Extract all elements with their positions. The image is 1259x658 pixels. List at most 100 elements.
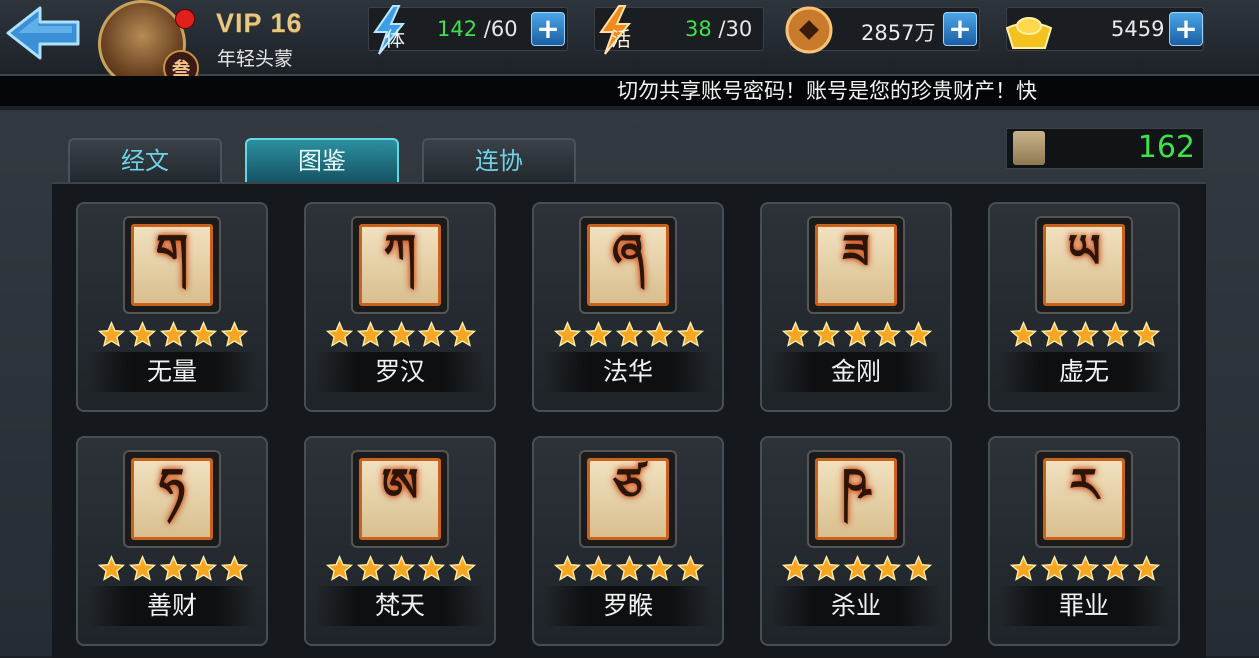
activity-value: 38 /30 <box>685 17 752 41</box>
sanskrit-seal-icon: ཧ <box>131 458 213 540</box>
star-icon <box>418 321 446 347</box>
star-icon <box>1010 321 1037 347</box>
card-name-plate: 虚无 <box>1000 352 1168 392</box>
seal-glyph: ཞ <box>611 224 645 278</box>
star-icon <box>356 555 384 581</box>
star-icon <box>646 555 674 581</box>
card-name: 罗睺 <box>602 591 653 620</box>
star-icon <box>554 321 581 347</box>
activity-max: /30 <box>718 17 753 41</box>
codex-card[interactable]: ཡ 虚无 <box>988 202 1180 412</box>
announcement-ticker: 切勿共享账号密码！账号是您的珍贵财产！快 <box>0 76 1259 106</box>
codex-card[interactable]: ཀ 罗汉 <box>304 202 496 412</box>
card-name-plate: 法华 <box>544 352 712 392</box>
card-name: 罗汉 <box>374 357 425 386</box>
collection-count-box: 162 <box>1006 128 1204 169</box>
star-rating <box>326 321 476 349</box>
tab-synergy[interactable]: 连协 <box>422 138 576 182</box>
back-button[interactable] <box>4 2 82 64</box>
star-icon <box>356 321 384 347</box>
star-icon <box>190 321 218 347</box>
star-rating <box>98 555 248 583</box>
star-rating <box>554 555 704 583</box>
add-copper-button[interactable]: + <box>943 12 977 46</box>
player-title: 年轻头蒙 <box>217 48 294 70</box>
ticker-text: 切勿共享账号密码！账号是您的珍贵财产！快 <box>617 79 1037 103</box>
card-name-plate: 罪业 <box>1000 586 1168 626</box>
activity-lightning-icon: 活 <box>599 5 632 55</box>
card-name-plate: 无量 <box>88 352 256 392</box>
seal-glyph: ཟ <box>842 224 870 278</box>
star-icon <box>387 555 415 581</box>
card-name: 金刚 <box>830 357 881 386</box>
star-icon <box>1040 321 1068 347</box>
tab-scripture[interactable]: 经文 <box>68 138 222 182</box>
codex-card[interactable]: ཙ 罗睺 <box>532 436 724 646</box>
activity-current: 38 <box>685 17 712 41</box>
star-icon <box>843 321 871 347</box>
star-icon <box>387 321 415 347</box>
star-icon <box>326 321 353 347</box>
codex-card[interactable]: ཥ 杀业 <box>760 436 952 646</box>
star-icon <box>418 555 446 581</box>
star-icon <box>221 555 248 581</box>
codex-card[interactable]: ར 罪业 <box>988 436 1180 646</box>
codex-card[interactable]: ག 无量 <box>76 202 268 412</box>
star-icon <box>449 555 476 581</box>
card-name-plate: 善财 <box>88 586 256 626</box>
codex-card[interactable]: ཟ 金刚 <box>760 202 952 412</box>
star-icon <box>190 555 218 581</box>
star-icon <box>782 555 809 581</box>
star-icon <box>905 321 932 347</box>
card-icon-frame: ཧ <box>123 450 221 548</box>
star-icon <box>615 555 643 581</box>
star-icon <box>782 321 809 347</box>
star-icon <box>128 555 156 581</box>
star-rating <box>326 555 476 583</box>
add-gold-button[interactable]: + <box>1169 12 1203 46</box>
star-icon <box>1071 555 1099 581</box>
stamina-current: 142 <box>437 17 478 41</box>
gold-resource: 5459 + <box>1005 7 1204 51</box>
seal-glyph: ཙ <box>613 458 643 512</box>
card-name: 善财 <box>146 591 197 620</box>
star-icon <box>584 555 612 581</box>
copper-resource: 2857万 + <box>785 6 980 54</box>
stamina-icon-label: 体 <box>385 27 405 51</box>
tab-codex[interactable]: 图鉴 <box>245 138 399 182</box>
codex-card[interactable]: ཧ 善财 <box>76 436 268 646</box>
card-icon-frame: ཙ <box>579 450 677 548</box>
star-icon <box>128 321 156 347</box>
star-icon <box>159 321 187 347</box>
star-icon <box>874 321 902 347</box>
card-icon-frame: ག <box>123 216 221 314</box>
codex-card[interactable]: ཞ 法华 <box>532 202 724 412</box>
seal-glyph: ཀ <box>383 224 417 278</box>
scroll-icon <box>1013 131 1045 165</box>
card-name-plate: 杀业 <box>772 586 940 626</box>
star-icon <box>905 555 932 581</box>
copper-value: 2857万 <box>861 21 936 45</box>
card-icon-frame: ཞ <box>579 216 677 314</box>
vip-level: VIP 16 <box>216 8 303 38</box>
star-icon <box>449 321 476 347</box>
sanskrit-seal-icon: ར <box>1043 458 1125 540</box>
stamina-lightning-icon: 体 <box>373 5 406 55</box>
add-stamina-button[interactable]: + <box>531 12 565 46</box>
codex-card[interactable]: ཨ 梵天 <box>304 436 496 646</box>
star-rating <box>98 321 248 349</box>
star-icon <box>584 321 612 347</box>
star-icon <box>615 321 643 347</box>
card-name-plate: 金刚 <box>772 352 940 392</box>
activity-resource: 活 38 /30 <box>594 5 764 55</box>
notification-dot <box>175 9 195 29</box>
card-icon-frame: ཡ <box>1035 216 1133 314</box>
sanskrit-seal-icon: ཟ <box>815 224 897 306</box>
card-icon-frame: ར <box>1035 450 1133 548</box>
activity-icon-label: 活 <box>611 27 631 51</box>
star-icon <box>98 555 125 581</box>
star-icon <box>326 555 353 581</box>
star-rating <box>782 555 932 583</box>
star-icon <box>677 321 704 347</box>
gold-ingot-icon <box>1005 17 1053 49</box>
